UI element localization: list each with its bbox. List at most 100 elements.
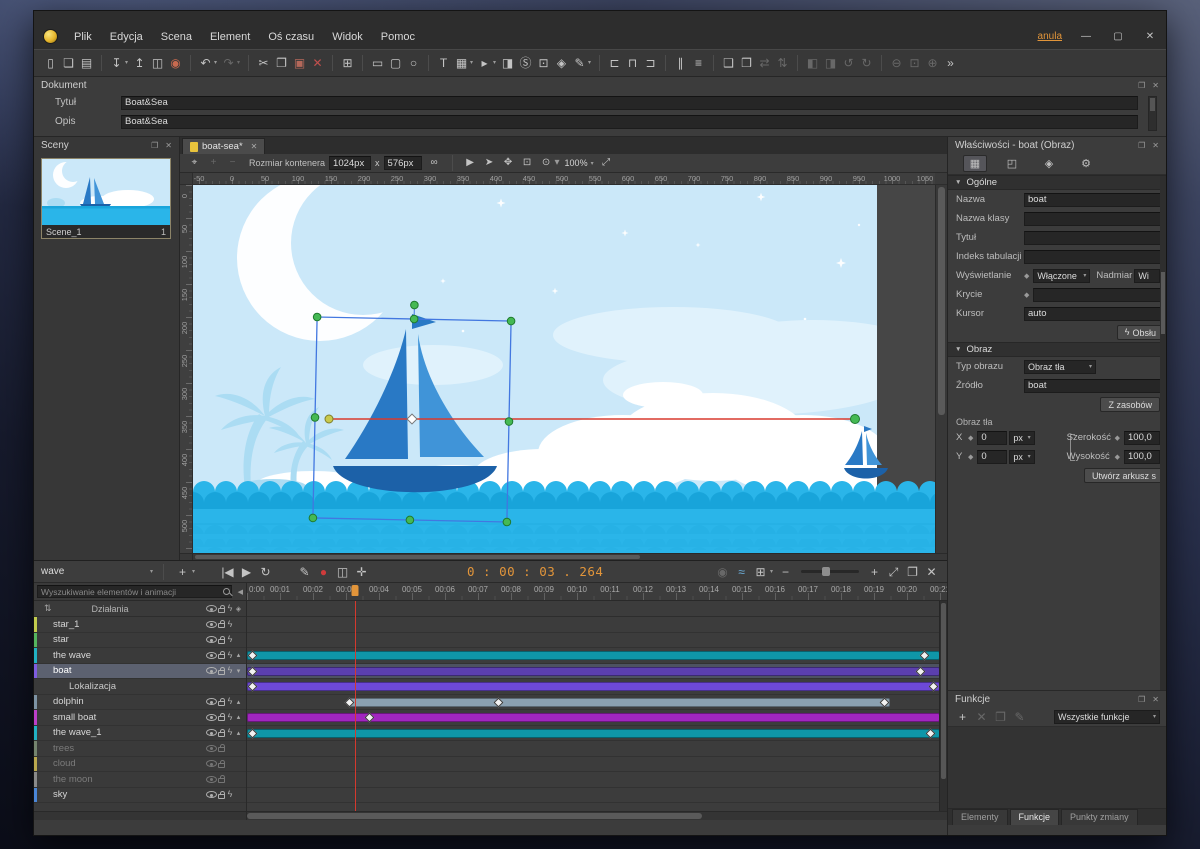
animation-lightning-icon[interactable]: ϟ [228, 790, 233, 799]
visibility-eye-icon[interactable] [206, 667, 217, 674]
add-animation-icon[interactable]: + [174, 563, 191, 581]
x-keyframe-icon[interactable]: ◆ [968, 434, 973, 442]
timeline-search-input[interactable] [37, 585, 232, 598]
sceny-close-icon[interactable]: ✕ [165, 141, 172, 150]
zoom-select[interactable]: 100%▾ [565, 158, 594, 168]
animation-bar[interactable] [247, 713, 939, 722]
menu-edycja[interactable]: Edycja [101, 28, 152, 47]
distribute-horizontal-icon[interactable]: ∥ [672, 54, 689, 72]
y-unit-select[interactable]: px▾ [1009, 450, 1034, 464]
container-width-input[interactable] [329, 156, 371, 170]
selection-handle-n[interactable] [410, 315, 418, 323]
expand-chevron-icon[interactable]: ▴ [237, 729, 241, 737]
selection-handle-w[interactable] [311, 414, 319, 422]
add-keyframe-icon[interactable]: ✛ [353, 563, 370, 581]
x-input[interactable] [977, 431, 1007, 445]
timeline-row-star-1[interactable]: star_1ϟ [34, 617, 246, 633]
document-description-input[interactable] [121, 115, 1138, 129]
save-icon[interactable]: ▤ [78, 54, 95, 72]
close-button[interactable]: ✕ [1142, 31, 1158, 42]
visibility-column-icon[interactable] [206, 605, 217, 612]
scene-thumbnail[interactable]: Scene_1 1 [41, 158, 171, 239]
motion-path-end-point[interactable] [851, 415, 860, 424]
visibility-eye-icon[interactable] [206, 745, 217, 752]
wyswietlanie-select[interactable]: Włączone▾ [1033, 269, 1090, 283]
undo-menu-icon[interactable]: ▾ [212, 54, 219, 72]
timeline-zoom-out-icon[interactable]: − [777, 563, 794, 581]
collapse-columns-icon[interactable]: ◀ [238, 588, 243, 596]
animation-menu-icon[interactable]: ▾ [190, 563, 197, 581]
dock-tab-elementy[interactable]: Elementy [952, 809, 1008, 825]
visibility-eye-icon[interactable] [206, 760, 217, 767]
timeline-horizontal-scrollbar[interactable] [247, 812, 947, 820]
animation-column-icon[interactable]: ϟ [228, 604, 233, 613]
funkcje-float-icon[interactable]: ❐ [1138, 695, 1145, 704]
auto-keyframe-pen-icon[interactable]: ✎ [296, 563, 313, 581]
timeline-row-dolphin[interactable]: dolphinϟ▴ [34, 695, 246, 711]
stage-viewport[interactable] [193, 185, 935, 553]
lock-icon[interactable] [218, 639, 225, 644]
lock-icon[interactable] [218, 778, 225, 783]
typ-obrazu-select[interactable]: Obraz tła▾ [1024, 360, 1096, 374]
dokument-scrollbar[interactable] [1148, 96, 1157, 131]
timeline-row-boat[interactable]: boatϟ▾ [34, 664, 246, 680]
menu-scena[interactable]: Scena [152, 28, 201, 47]
select-tool-icon[interactable]: ➤ [481, 156, 498, 171]
timeline-track-trees[interactable] [247, 741, 939, 757]
menu-o-czasu[interactable]: Oś czasu [259, 28, 323, 47]
timeline-element-dropdown[interactable]: wave▾ [41, 566, 153, 577]
x-unit-select[interactable]: px▾ [1009, 431, 1034, 445]
selection-handle-nw[interactable] [313, 313, 321, 321]
visibility-eye-icon[interactable] [206, 776, 217, 783]
distribute-vertical-icon[interactable]: ≡ [690, 54, 707, 72]
pan-tool-icon[interactable]: ✥ [500, 156, 517, 171]
copy-icon[interactable]: ❐ [273, 54, 290, 72]
lock-icon[interactable] [218, 794, 225, 799]
timeline-track-small-boat[interactable] [247, 710, 939, 726]
preview-play-icon[interactable]: ▶ [462, 156, 479, 171]
funkcje-close-icon[interactable]: ✕ [1152, 695, 1159, 704]
zrodlo-input[interactable] [1024, 379, 1164, 393]
szerokosc-input[interactable] [1124, 431, 1160, 445]
animation-lightning-icon[interactable]: ϟ [228, 713, 233, 722]
funkcje-filter-select[interactable]: Wszystkie funkcje▾ [1054, 710, 1160, 724]
timeline-row-the-moon[interactable]: the moon [34, 772, 246, 788]
y-input[interactable] [977, 450, 1007, 464]
selection-handle-s[interactable] [406, 516, 414, 524]
timeline-track-dolphin[interactable] [247, 695, 939, 711]
menu-pomoc[interactable]: Pomoc [372, 28, 424, 47]
dock-tab-punkty-zmiany[interactable]: Punkty zmiany [1061, 809, 1138, 825]
lock-icon[interactable] [218, 670, 225, 675]
section-ogolne[interactable]: ▼Ogólne [948, 175, 1166, 190]
link-dimensions-icon[interactable]: ∞ [426, 156, 443, 171]
selection-handle-se[interactable] [503, 518, 511, 526]
properties-tab-position-size[interactable]: ◰ [1000, 155, 1024, 172]
media-menu-icon[interactable]: ▾ [491, 54, 498, 72]
playhead-marker[interactable] [351, 585, 358, 596]
dokument-float-icon[interactable]: ❐ [1138, 81, 1145, 90]
align-left-icon[interactable]: ⊏ [606, 54, 623, 72]
lock-icon[interactable] [218, 732, 225, 737]
animation-bar[interactable] [349, 698, 890, 707]
symbol-tool-icon[interactable]: Ⓢ [517, 54, 534, 72]
krycie-keyframe-icon[interactable]: ◆ [1024, 291, 1029, 299]
timeline-ruler[interactable]: 0:0000:0100:0200:0300:0400:0500:0600:070… [247, 583, 947, 600]
timeline-track-star-1[interactable] [247, 617, 939, 633]
fit-timeline-icon[interactable]: ⤢ [885, 563, 902, 581]
snapshot-tool-icon[interactable]: ⊙ [538, 156, 555, 171]
sort-elements-icon[interactable]: ⇅ [44, 603, 52, 614]
visibility-eye-icon[interactable] [206, 621, 217, 628]
timeline-track-star[interactable] [247, 633, 939, 649]
menu-plik[interactable]: Plik [65, 28, 101, 47]
properties-tab-general[interactable]: ▦ [963, 155, 987, 172]
lock-icon[interactable] [218, 716, 225, 721]
cut-icon[interactable]: ✂ [255, 54, 272, 72]
properties-float-icon[interactable]: ❐ [1138, 141, 1145, 150]
timeline-row-the-wave[interactable]: the waveϟ▴ [34, 648, 246, 664]
container-height-input[interactable] [384, 156, 422, 170]
dock-tab-funkcje[interactable]: Funkcje [1010, 809, 1060, 825]
selection-handle-ne[interactable] [507, 317, 515, 325]
timeline-track-lokalizacja[interactable] [247, 679, 939, 695]
record-icon[interactable]: ● [315, 563, 332, 581]
animation-bar[interactable] [247, 651, 939, 660]
